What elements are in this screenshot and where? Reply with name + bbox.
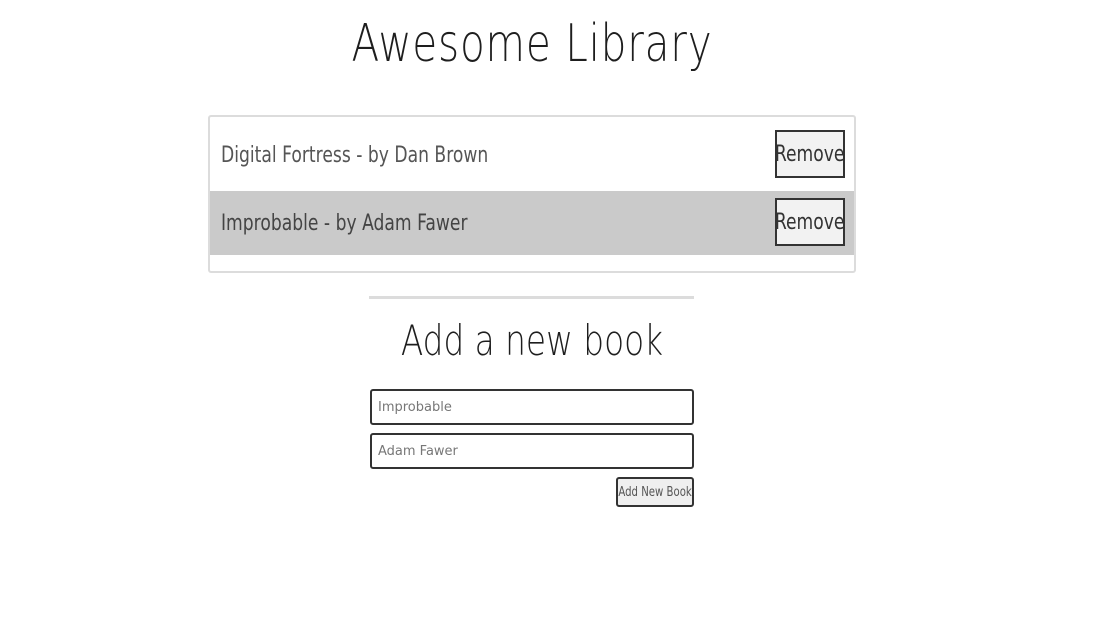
list-item: Digital Fortress - by Dan Brown Remove xyxy=(210,123,854,187)
remove-button-label: Remove xyxy=(775,209,845,235)
remove-button[interactable]: Remove xyxy=(775,198,845,246)
book-entry-text: Improbable - by Adam Fawer xyxy=(221,211,468,236)
section-divider xyxy=(369,296,694,299)
add-new-book-button[interactable]: Add New Book xyxy=(616,477,694,507)
list-item: Improbable - by Adam Fawer Remove xyxy=(210,191,854,255)
book-author-input[interactable] xyxy=(370,433,694,469)
remove-button-label: Remove xyxy=(775,141,845,167)
book-entry-text: Digital Fortress - by Dan Brown xyxy=(221,143,489,168)
book-list: Digital Fortress - by Dan Brown Remove I… xyxy=(208,115,856,273)
book-title-input[interactable] xyxy=(370,389,694,425)
add-book-heading: Add a new book xyxy=(400,316,664,365)
add-new-book-label: Add New Book xyxy=(618,484,692,500)
remove-button[interactable]: Remove xyxy=(775,130,845,178)
page-title: Awesome Library xyxy=(351,14,713,74)
